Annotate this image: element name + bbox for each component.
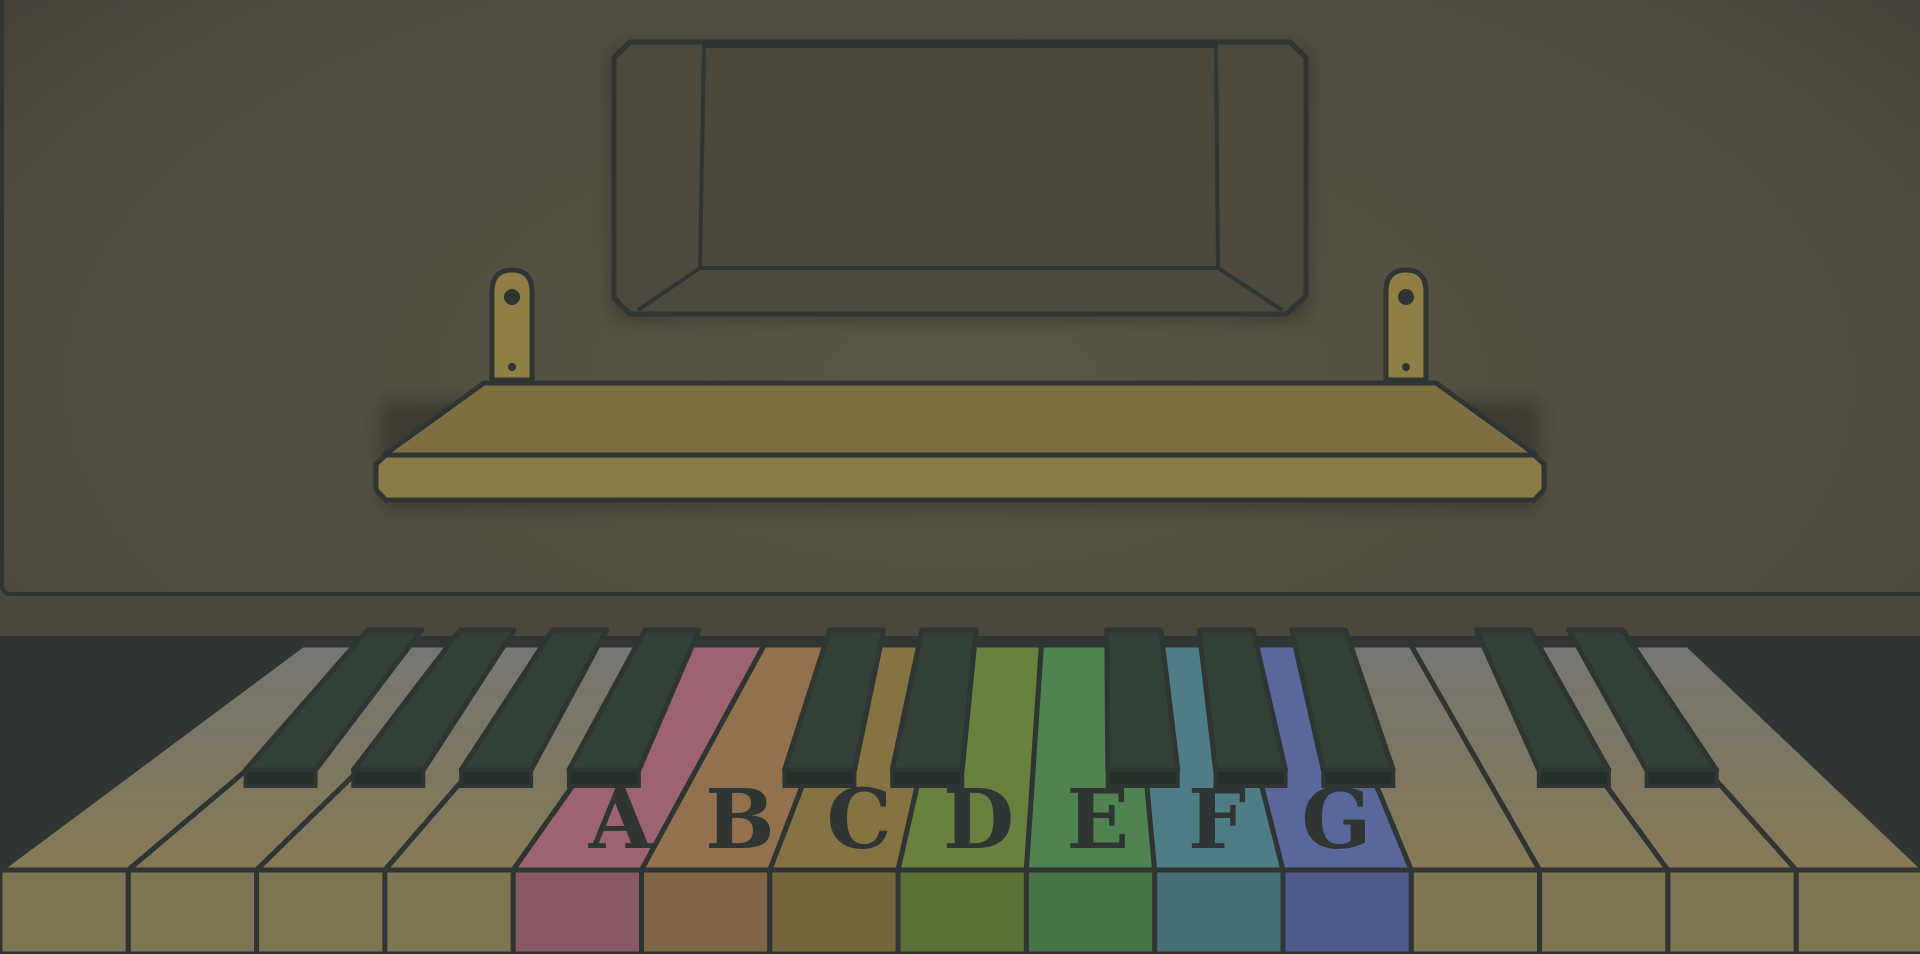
key-label-b: B: [705, 772, 774, 868]
piano-keyboard: ABCDEFG: [0, 627, 1920, 954]
piano-svg: ABCDEFG: [0, 0, 1920, 954]
left-bracket: [489, 267, 535, 383]
right-bracket: [1383, 267, 1429, 383]
piano-scene: ABCDEFG: [0, 0, 1920, 954]
shelf-top: [381, 380, 1539, 458]
shelf-front: [373, 452, 1547, 503]
board-inner: [697, 44, 1221, 270]
shelf: [373, 380, 1547, 510]
music-board: [610, 39, 1310, 320]
